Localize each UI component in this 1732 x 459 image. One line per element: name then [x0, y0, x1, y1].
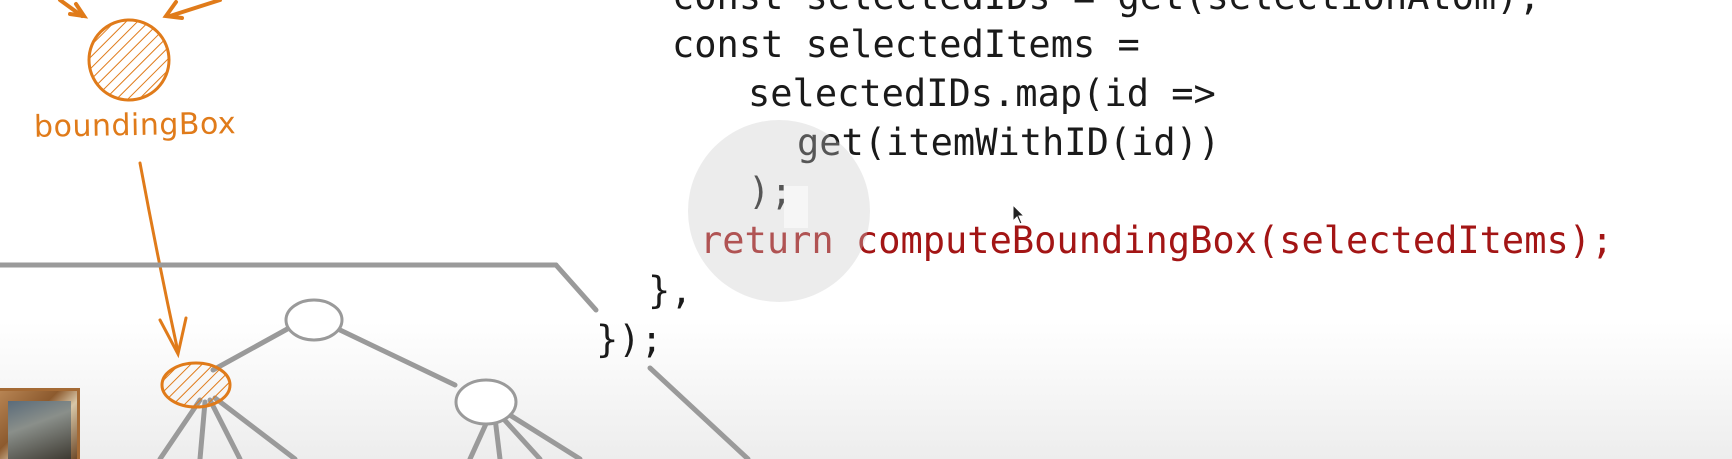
pause-button[interactable] — [688, 120, 870, 302]
arrow-down — [138, 161, 188, 359]
code-line-3: get(itemWithID(id)) — [797, 121, 1221, 164]
code-block: const selectedIDs = get(selectionAtom); … — [0, 0, 1613, 441]
code-line-partial: const selectedIDs = get(selectionAtom); — [672, 0, 1541, 21]
tree-node-right — [454, 378, 518, 426]
painting-thumbnail[interactable] — [0, 388, 80, 459]
bounding-box-label: boundingBox — [33, 106, 237, 145]
code-line-7: }); — [596, 318, 663, 361]
pause-icon — [784, 186, 808, 228]
code-line-2: selectedIDs.map(id => — [748, 72, 1216, 115]
incoming-arrows — [58, 0, 222, 20]
code-line-1: const selectedItems = — [672, 23, 1140, 66]
tree-node-root — [284, 298, 344, 342]
bounding-box-node-tree — [160, 361, 232, 409]
bounding-box-node-top — [87, 18, 171, 102]
code-line-6: }, — [648, 269, 693, 312]
painting-image — [8, 401, 71, 459]
mouse-cursor-icon — [1012, 204, 1026, 225]
